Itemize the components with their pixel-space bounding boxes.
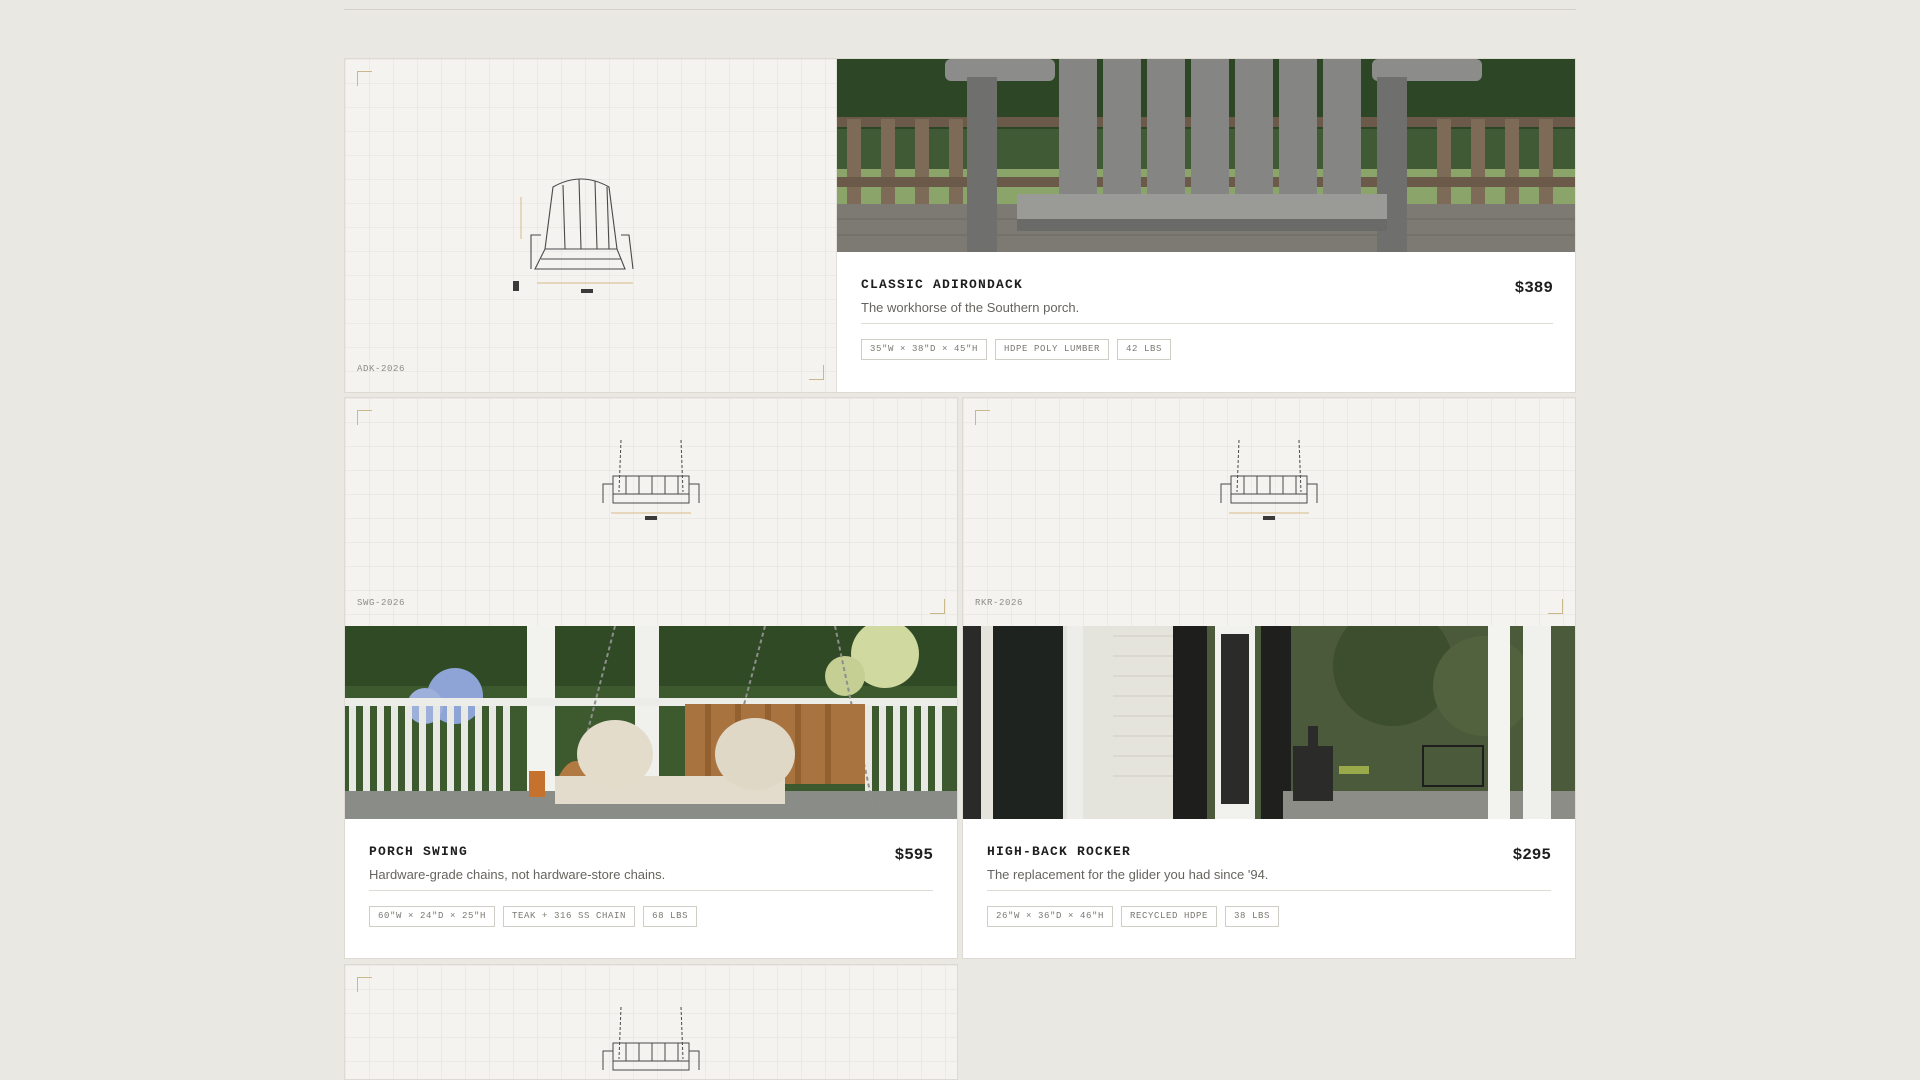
product-card-partial[interactable]: [344, 964, 958, 1080]
info-divider: [861, 323, 1553, 324]
product-photo-porch-swing[interactable]: [345, 626, 957, 819]
product-name[interactable]: CLASSIC ADIRONDACK: [861, 277, 1023, 292]
product-photo-adirondack[interactable]: [837, 59, 1575, 252]
product-info: CLASSIC ADIRONDACK $389 The workhorse of…: [861, 277, 1553, 377]
product-info: PORCH SWING $595 Hardware-grade chains, …: [369, 844, 933, 944]
product-tagline: The replacement for the glider you had s…: [987, 867, 1269, 882]
rocker-sketch: [1220, 439, 1318, 520]
blueprint-panel: RKR-2026: [963, 398, 1575, 626]
corner-mark: [975, 410, 990, 425]
info-divider: [987, 890, 1551, 891]
spec-weight: 42 LBS: [1117, 339, 1172, 360]
spec-dimensions: 26"W × 36"D × 46"H: [987, 906, 1114, 927]
spec-material: RECYCLED HDPE: [1121, 906, 1218, 927]
product-tagline: Hardware-grade chains, not hardware-stor…: [369, 867, 666, 882]
spec-material: TEAK + 316 SS CHAIN: [503, 906, 636, 927]
product-name[interactable]: HIGH-BACK ROCKER: [987, 844, 1131, 859]
product-card-adirondack[interactable]: ADK-2026 CLASSIC ADIRONDACK $389 The wor…: [344, 58, 1576, 393]
product-photo-rocker[interactable]: [963, 626, 1575, 819]
corner-mark: [809, 365, 824, 380]
corner-mark: [930, 599, 945, 614]
product-price: $295: [1512, 846, 1551, 864]
product-sku: SWG-2026: [357, 598, 406, 608]
spec-weight: 68 LBS: [643, 906, 698, 927]
spec-tags: 26"W × 36"D × 46"H RECYCLED HDPE 38 LBS: [987, 906, 1280, 927]
corner-mark: [357, 410, 372, 425]
porch-swing-sketch: [602, 439, 700, 520]
spec-material: HDPE POLY LUMBER: [995, 339, 1110, 360]
product-sku: RKR-2026: [975, 598, 1024, 608]
top-divider: [344, 9, 1576, 10]
product-tagline: The workhorse of the Southern porch.: [861, 300, 1080, 315]
product-card-rocker[interactable]: RKR-2026 HIGH-BACK ROCKER $295 The repla…: [962, 397, 1576, 959]
corner-mark: [357, 71, 372, 86]
product-info: HIGH-BACK ROCKER $295 The replacement fo…: [987, 844, 1551, 944]
spec-tags: 60"W × 24"D × 25"H TEAK + 316 SS CHAIN 6…: [369, 906, 698, 927]
blueprint-panel: [345, 965, 957, 1079]
spec-weight: 38 LBS: [1225, 906, 1280, 927]
swing-sketch: [602, 1006, 700, 1071]
product-name[interactable]: PORCH SWING: [369, 844, 468, 859]
blueprint-panel: SWG-2026: [345, 398, 957, 626]
adirondack-sketch: [513, 178, 634, 293]
product-price: $389: [1514, 279, 1553, 297]
product-price: $595: [894, 846, 933, 864]
spec-tags: 35"W × 38"D × 45"H HDPE POLY LUMBER 42 L…: [861, 339, 1172, 360]
info-divider: [369, 890, 933, 891]
corner-mark: [1548, 599, 1563, 614]
product-sku: ADK-2026: [357, 364, 406, 374]
corner-mark: [357, 977, 372, 992]
spec-dimensions: 60"W × 24"D × 25"H: [369, 906, 496, 927]
product-card-porch-swing[interactable]: SWG-2026 PORCH SWING $595 Hardware-grade…: [344, 397, 958, 959]
spec-dimensions: 35"W × 38"D × 45"H: [861, 339, 988, 360]
blueprint-panel: ADK-2026: [345, 59, 837, 392]
